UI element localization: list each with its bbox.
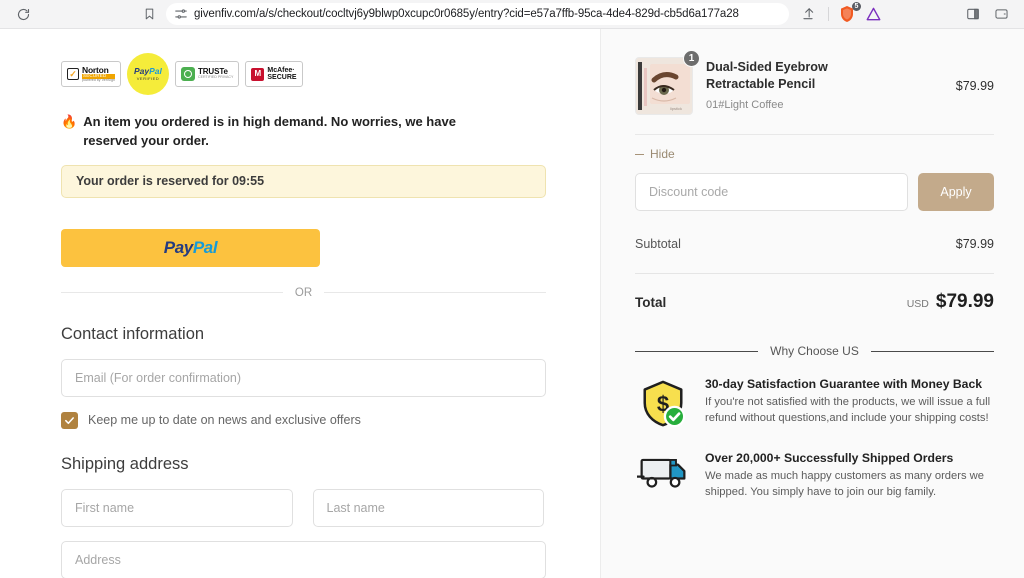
triangle-extension-icon[interactable] xyxy=(860,3,886,25)
total-row: Total USD $79.99 xyxy=(635,291,994,313)
urgency-message: 🔥 An item you ordered is in high demand.… xyxy=(61,113,513,151)
why-choose-us-heading: Why Choose US xyxy=(770,344,859,358)
newsletter-checkbox[interactable] xyxy=(61,411,78,429)
svg-text:lipstick: lipstick xyxy=(670,106,682,111)
first-name-input[interactable] xyxy=(61,488,293,527)
product-thumbnail: lipstick xyxy=(635,57,693,115)
fire-icon: 🔥 xyxy=(61,114,78,129)
toolbar-divider xyxy=(828,7,829,21)
hide-toggle[interactable]: Hide xyxy=(635,147,994,161)
feature-shipping: Over 20,000+ Successfully Shipped Orders… xyxy=(635,451,994,500)
product-variant: 01#Light Coffee xyxy=(706,98,784,111)
feature-guarantee-desc: If you're not satisfied with the product… xyxy=(705,396,991,425)
shipping-address-heading: Shipping address xyxy=(61,454,189,473)
product-details: Dual-Sided Eyebrow Retractable Pencil 01… xyxy=(706,57,943,111)
contact-information-heading: Contact information xyxy=(61,324,205,343)
discount-row: Apply xyxy=(635,173,994,211)
checkout-page: ✓ Norton SECURED powered by VeriSign Pay… xyxy=(0,29,1024,578)
delivery-truck-icon xyxy=(635,451,691,491)
subtotal-row: Subtotal $79.99 xyxy=(635,237,994,251)
bookmark-icon[interactable] xyxy=(136,3,162,25)
email-input[interactable] xyxy=(61,358,546,397)
total-value: $79.99 xyxy=(935,291,994,312)
paypal-checkout-button[interactable]: PayPal xyxy=(61,228,320,267)
feature-guarantee-title: 30-day Satisfaction Guarantee with Money… xyxy=(705,377,983,391)
or-line-right xyxy=(324,292,546,294)
summary-divider-2 xyxy=(635,273,994,274)
mcafee-line1: McAfee· xyxy=(267,66,295,74)
apply-discount-button[interactable]: Apply xyxy=(918,173,994,211)
shield-money-icon: $ xyxy=(635,377,691,429)
side-panel-icon[interactable] xyxy=(960,3,986,25)
why-line-right xyxy=(870,350,995,352)
mcafee-mark-icon: M xyxy=(251,67,265,81)
discount-code-input[interactable] xyxy=(635,173,908,211)
trust-badge-row: ✓ Norton SECURED powered by VeriSign Pay… xyxy=(61,53,544,95)
total-currency: USD xyxy=(906,298,929,310)
paypal-verified-badge: PayPal VERIFIED xyxy=(126,53,169,95)
why-line-left xyxy=(635,350,759,352)
norton-powered: powered by VeriSign xyxy=(82,77,115,82)
address-bar[interactable]: givenfiv.com/a/s/checkout/cocltvj6y9blwp… xyxy=(166,3,789,25)
last-name-input[interactable] xyxy=(312,488,544,527)
order-line-item: lipstick 1 Dual-Sided Eyebrow Retractabl… xyxy=(635,50,994,115)
summary-divider-1 xyxy=(635,134,994,135)
reload-icon[interactable] xyxy=(10,3,36,25)
paypal-button-logo: PayPal xyxy=(163,237,218,257)
order-summary-column: lipstick 1 Dual-Sided Eyebrow Retractabl… xyxy=(600,29,1024,578)
subtotal-value: $79.99 xyxy=(955,237,994,251)
product-price: $79.99 xyxy=(955,79,994,93)
share-icon[interactable] xyxy=(795,3,821,25)
truste-subtitle: CERTIFIED PRIVACY xyxy=(197,75,234,80)
checkout-form-column: ✓ Norton SECURED powered by VeriSign Pay… xyxy=(0,29,600,578)
shield-badge-count: 5 xyxy=(852,2,861,11)
address-input[interactable] xyxy=(61,540,546,578)
why-choose-us-divider: Why Choose US xyxy=(635,344,995,358)
truste-mark-icon xyxy=(180,67,195,81)
brave-shield-icon[interactable]: 5 xyxy=(836,2,861,25)
hide-label: Hide xyxy=(650,147,675,161)
product-thumbnail-wrap: lipstick 1 xyxy=(635,50,700,115)
or-line-left xyxy=(61,292,283,294)
norton-secured-badge: ✓ Norton SECURED powered by VeriSign xyxy=(61,61,121,87)
mcafee-line2: SECURE xyxy=(267,74,297,81)
subtotal-label: Subtotal xyxy=(635,237,681,251)
newsletter-checkbox-row[interactable]: Keep me up to date on news and exclusive… xyxy=(61,411,544,429)
quantity-badge: 1 xyxy=(683,50,700,67)
mcafee-secure-badge: M McAfee· SECURE xyxy=(245,61,303,87)
name-field-row xyxy=(61,488,544,527)
newsletter-label: Keep me up to date on news and exclusive… xyxy=(88,413,361,428)
reservation-banner: Your order is reserved for 09:55 xyxy=(61,164,546,198)
feature-shipping-desc: We made as much happy customers as many … xyxy=(705,470,984,499)
paypal-badge-subtitle: VERIFIED xyxy=(136,76,160,82)
norton-check-icon: ✓ xyxy=(67,68,79,80)
or-label: OR xyxy=(294,286,313,299)
wallet-panel-icon[interactable] xyxy=(988,3,1014,25)
product-name: Dual-Sided Eyebrow Retractable Pencil xyxy=(706,60,828,92)
or-divider: OR xyxy=(61,287,546,299)
paypal-badge-title: PayPal xyxy=(134,65,162,76)
feature-guarantee: $ 30-day Satisfaction Guarantee with Mon… xyxy=(635,377,994,429)
browser-toolbar: givenfiv.com/a/s/checkout/cocltvj6y9blwp… xyxy=(0,0,1024,29)
urgency-text: An item you ordered is in high demand. N… xyxy=(83,114,456,148)
minus-icon xyxy=(635,153,644,155)
url-text: givenfiv.com/a/s/checkout/cocltvj6y9blwp… xyxy=(194,8,739,20)
feature-shipping-title: Over 20,000+ Successfully Shipped Orders xyxy=(705,451,954,465)
toolbar-actions: 5 xyxy=(795,2,1014,25)
truste-badge: TRUSTe CERTIFIED PRIVACY xyxy=(174,61,240,87)
reservation-text: Your order is reserved for 09:55 xyxy=(76,174,265,189)
total-label: Total xyxy=(635,295,667,310)
tune-icon[interactable] xyxy=(174,7,188,21)
